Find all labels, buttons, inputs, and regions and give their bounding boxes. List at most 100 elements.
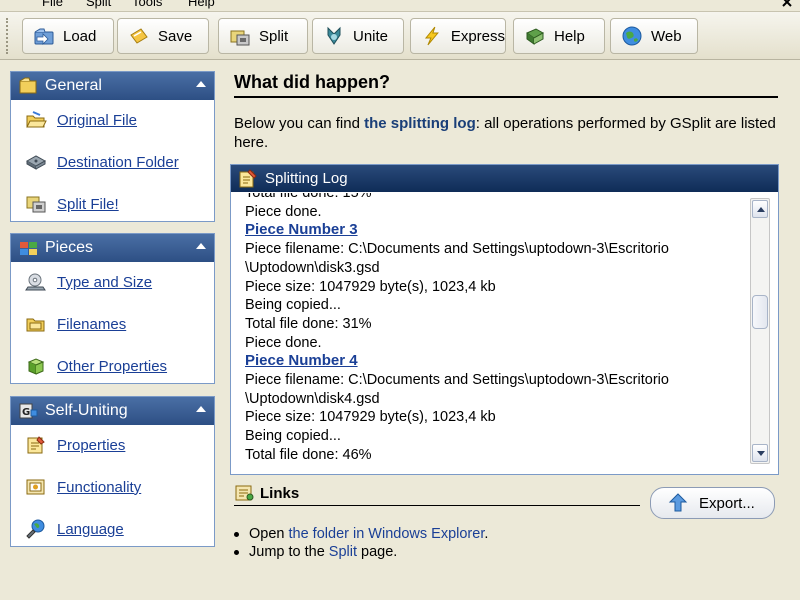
log-line: Total file done: 31% — [245, 315, 372, 332]
close-icon[interactable] — [780, 0, 794, 8]
help-button-label: Help — [554, 27, 585, 45]
sidebar-item-label: Destination Folder — [57, 153, 179, 171]
unite-button[interactable]: Unite — [312, 18, 404, 54]
log-scrollbar[interactable] — [750, 198, 770, 464]
self-uniting-panel-header[interactable]: G Self-Uniting — [11, 397, 214, 425]
export-button-label: Export... — [699, 494, 755, 512]
sidebar-item-type-and-size[interactable]: Type and Size — [25, 272, 152, 292]
bullet-open-folder: Open the folder in Windows Explorer. — [234, 526, 488, 542]
split-button-label: Split — [259, 27, 289, 45]
save-icon — [130, 28, 148, 44]
collapse-up-icon[interactable] — [196, 81, 206, 87]
load-button-label: Load — [63, 27, 97, 45]
bullet-dot — [234, 531, 239, 537]
functionality-icon — [26, 479, 45, 495]
links-icon — [235, 485, 254, 501]
splitting-log-header: Splitting Log — [231, 165, 778, 192]
properties-icon — [27, 436, 45, 454]
sidebar-item-other-properties[interactable]: Other Properties — [25, 356, 167, 376]
collapse-up-icon[interactable] — [196, 406, 206, 412]
collapse-up-icon[interactable] — [196, 243, 206, 249]
log-line: Piece done. — [245, 334, 322, 351]
log-line: Being copied... — [245, 428, 341, 445]
title-divider — [234, 96, 778, 98]
sidebar-item-destination-folder[interactable]: Destination Folder — [25, 152, 179, 172]
sidebar-item-label: Properties — [57, 436, 126, 454]
save-button-label: Save — [158, 27, 193, 45]
log-line: Piece done. — [245, 203, 322, 220]
log-line: Piece size: 1047929 byte(s), 1023,4 kb — [245, 278, 496, 295]
export-button[interactable]: Export... — [650, 487, 775, 519]
bullet-pre: Jump to the — [249, 544, 329, 560]
sidebar-item-label: Language — [57, 520, 124, 538]
log-piece-heading[interactable]: Piece Number 3 — [245, 221, 745, 240]
log-line: Piece filename: C:\Documents and Setting… — [245, 241, 669, 258]
links-title: Links — [260, 484, 300, 502]
language-icon — [26, 519, 45, 539]
cd-icon — [25, 273, 46, 291]
help-book-icon — [525, 28, 545, 45]
general-panel-header[interactable]: General — [11, 72, 214, 100]
menu-file[interactable]: File — [42, 0, 63, 9]
menu-bar: File Split Tools Help — [0, 0, 800, 12]
self-uniting-panel-title: Self-Uniting — [45, 402, 128, 419]
upload-arrow-icon — [668, 493, 688, 512]
scroll-down-button[interactable] — [752, 444, 768, 462]
sidebar-item-label: Other Properties — [57, 357, 168, 375]
log-line: \Uptodown\disk3.gsd — [245, 259, 380, 276]
log-line: Piece size: 1047929 byte(s), 1023,4 kb — [245, 409, 496, 426]
web-button[interactable]: Web — [610, 18, 698, 54]
pieces-panel-title: Pieces — [45, 239, 94, 256]
sidebar-item-language[interactable]: Language — [25, 519, 124, 539]
menu-tools[interactable]: Tools — [132, 0, 162, 9]
globe-icon — [622, 26, 642, 46]
pieces-panel: Pieces Type and Size Filenames Other Pro… — [10, 233, 215, 384]
menu-split[interactable]: Split — [86, 0, 111, 9]
web-button-label: Web — [651, 27, 682, 45]
log-notepad-icon — [239, 168, 257, 187]
page-title: What did happen? — [234, 72, 390, 92]
bullet-jump-split: Jump to the Split page. — [234, 544, 397, 560]
sidebar-item-original-file[interactable]: Original File — [25, 110, 137, 130]
open-folder-link[interactable]: the folder in Windows Explorer — [289, 526, 485, 542]
folder-arrow-icon — [34, 28, 54, 45]
sidebar-item-split-file[interactable]: Split File! — [25, 194, 119, 214]
save-button[interactable]: Save — [117, 18, 209, 54]
load-button[interactable]: Load — [22, 18, 114, 54]
splitting-log-text: Total file done: 15% Piece done. Piece Num… — [245, 193, 745, 462]
split-button[interactable]: Split — [218, 18, 308, 54]
scroll-up-button[interactable] — [752, 200, 768, 218]
toolbar: Load Save Split Unite Express Help Web — [0, 12, 800, 60]
pieces-panel-header[interactable]: Pieces — [11, 234, 214, 262]
unite-button-label: Unite — [353, 27, 389, 45]
intro-text: Below you can find the splitting log: al… — [234, 114, 779, 152]
log-line: Total file done: 15% — [245, 193, 372, 201]
splitting-log-panel: Splitting Log Total file done: 15% Piece … — [230, 164, 779, 475]
bullet-pre: Open — [249, 526, 289, 542]
scroll-up-arrow-icon — [757, 207, 765, 212]
splitting-log-title: Splitting Log — [265, 170, 348, 187]
split-icon — [230, 30, 250, 46]
sidebar-item-filenames[interactable]: Filenames — [25, 314, 126, 334]
log-line: Piece filename: C:\Documents and Setting… — [245, 372, 669, 389]
sidebar-item-label: Split File! — [57, 195, 119, 213]
menu-help[interactable]: Help — [188, 0, 215, 9]
open-folder-icon — [26, 111, 47, 128]
scroll-down-arrow-icon — [757, 451, 765, 456]
toolbar-grip[interactable] — [6, 18, 10, 54]
express-button[interactable]: Express — [410, 18, 506, 54]
log-line: Total file done: 46% — [245, 446, 372, 462]
folder-icon — [26, 318, 45, 332]
links-header: Links — [234, 483, 299, 503]
sidebar-item-label: Filenames — [57, 315, 127, 333]
scroll-thumb[interactable] — [752, 295, 768, 329]
log-piece-heading[interactable]: Piece Number 4 — [245, 352, 745, 371]
sidebar-item-functionality[interactable]: Functionality — [25, 477, 141, 497]
split-page-link[interactable]: Split — [329, 544, 357, 560]
general-panel: General Original File Destination Folder… — [10, 71, 215, 222]
self-uniting-panel: G Self-Uniting Properties Functionality … — [10, 396, 215, 547]
lightning-icon — [424, 26, 439, 46]
sidebar-item-properties[interactable]: Properties — [25, 435, 125, 455]
help-button[interactable]: Help — [513, 18, 605, 54]
general-panel-title: General — [45, 77, 102, 94]
